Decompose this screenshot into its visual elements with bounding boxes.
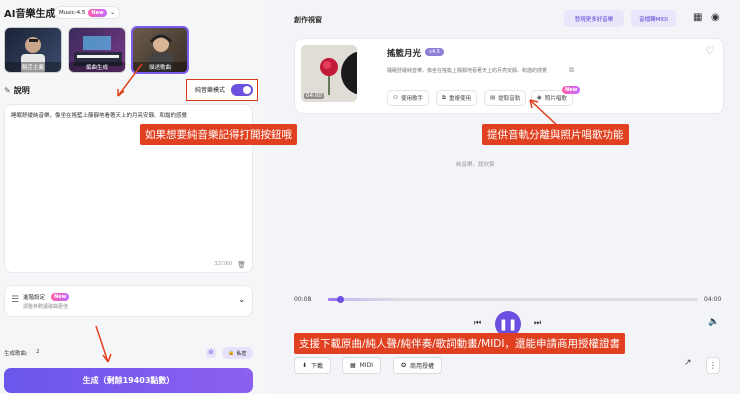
annotation-bottom: 支援下載原曲/純人聲/純伴奏/歌詞動畫/MIDI，還能申請商用授權證書	[294, 333, 625, 354]
annotation-left: 如果想要純音樂記得打開按鈕哦	[140, 124, 297, 145]
annotation-right: 提供音軌分離與照片唱歌功能	[482, 124, 629, 145]
